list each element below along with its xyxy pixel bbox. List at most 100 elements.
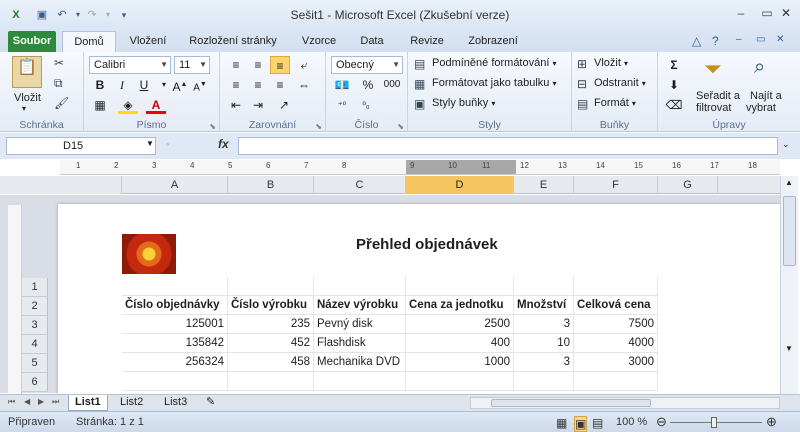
fill-icon[interactable]: ⬇ <box>664 76 684 94</box>
normal-view-icon[interactable]: ▦ <box>556 416 567 430</box>
paste-button[interactable]: Vložit <box>14 92 41 104</box>
help-icon[interactable]: ? <box>712 34 719 48</box>
autosum-icon[interactable]: Σ <box>664 56 684 74</box>
shrink-font-icon[interactable]: A▼ <box>190 76 210 94</box>
cut-icon[interactable]: ✂ <box>54 56 64 70</box>
align-top-icon[interactable]: ≡ <box>226 56 246 74</box>
minimize-icon[interactable]: – <box>730 4 752 22</box>
page-break-view-icon[interactable]: ▤ <box>592 416 603 430</box>
tab-insert[interactable]: Vložení <box>122 31 174 52</box>
italic-button[interactable]: I <box>112 76 132 94</box>
copy-icon[interactable]: ⧉ <box>54 76 63 91</box>
tab-data[interactable]: Data <box>352 31 392 52</box>
font-color-icon[interactable]: A <box>146 96 166 114</box>
bold-button[interactable]: B <box>90 76 110 94</box>
header-cell[interactable]: Množství <box>514 296 574 315</box>
cell-e1[interactable] <box>514 277 574 296</box>
cell-e6[interactable] <box>514 372 574 391</box>
row-header-1[interactable]: 1 <box>22 278 48 297</box>
data-cell[interactable]: Pevný disk <box>314 315 406 334</box>
format-button[interactable]: Formát ▾ <box>594 97 636 109</box>
cell-a6[interactable] <box>122 372 228 391</box>
horizontal-scroll-thumb[interactable] <box>491 399 651 407</box>
zoom-in-icon[interactable]: ⊕ <box>766 414 777 430</box>
font-name-combo[interactable]: Calibri ▼ <box>89 56 171 74</box>
tab-file[interactable]: Soubor <box>8 31 56 52</box>
conditional-format-button[interactable]: Podmíněné formátování ▾ <box>432 57 556 69</box>
scroll-up-icon[interactable]: ▲ <box>785 178 793 187</box>
flower-image[interactable] <box>122 234 176 274</box>
borders-icon[interactable]: ▦ <box>90 96 110 114</box>
column-header-f[interactable]: F <box>574 176 658 194</box>
increase-indent-icon[interactable]: ⇥ <box>248 96 268 114</box>
data-cell[interactable]: 235 <box>228 315 314 334</box>
row-header-6[interactable]: 6 <box>22 373 48 392</box>
sheet-tab-list2[interactable]: List2 <box>114 395 149 411</box>
data-cell[interactable]: 125001 <box>122 315 228 334</box>
column-header-d[interactable]: D <box>406 176 514 194</box>
data-cell[interactable]: Mechanika DVD <box>314 353 406 372</box>
next-sheet-icon[interactable]: ▶ <box>38 397 44 406</box>
data-cell[interactable]: 10 <box>514 334 574 353</box>
wrap-text-icon[interactable]: ⤶ <box>294 56 314 74</box>
cell-d6[interactable] <box>406 372 514 391</box>
data-cell[interactable]: 458 <box>228 353 314 372</box>
header-cell[interactable]: Číslo výrobku <box>228 296 314 315</box>
data-cell[interactable]: 452 <box>228 334 314 353</box>
data-cell[interactable]: 7500 <box>574 315 658 334</box>
header-cell[interactable]: Číslo objednávky <box>122 296 228 315</box>
expand-formula-icon[interactable]: ⌄ <box>782 139 790 150</box>
scroll-down-icon[interactable]: ▼ <box>785 344 793 353</box>
doc-close-icon[interactable]: ✕ <box>776 34 784 45</box>
horizontal-scrollbar[interactable] <box>470 397 780 409</box>
cell-d1[interactable] <box>406 277 514 296</box>
header-cell[interactable]: Celková cena <box>574 296 658 315</box>
cell-f6[interactable] <box>574 372 658 391</box>
cell-f1[interactable] <box>574 277 658 296</box>
paste-dropdown-icon[interactable]: ▾ <box>22 104 26 113</box>
merge-center-icon[interactable]: ⇔ <box>294 76 314 94</box>
header-cell[interactable]: Název výrobku <box>314 296 406 315</box>
sheet-tab-list1[interactable]: List1 <box>68 395 108 411</box>
cell-b6[interactable] <box>228 372 314 391</box>
zoom-slider-thumb[interactable] <box>711 417 717 428</box>
tab-formulas[interactable]: Vzorce <box>294 31 344 52</box>
find-select-label-2[interactable]: vybrat <box>746 102 776 114</box>
cell-c6[interactable] <box>314 372 406 391</box>
format-as-table-button[interactable]: Formátovat jako tabulku ▾ <box>432 77 556 89</box>
align-left-icon[interactable]: ≡ <box>226 76 246 94</box>
data-cell[interactable]: 3 <box>514 353 574 372</box>
paste-icon[interactable]: 📋 <box>12 56 42 88</box>
clear-icon[interactable]: ⌫ <box>664 96 684 114</box>
decrease-decimal-icon[interactable]: ⁰₀ <box>356 96 376 114</box>
doc-restore-icon[interactable]: ▭ <box>756 34 765 45</box>
column-header-c[interactable]: C <box>314 176 406 194</box>
grow-font-icon[interactable]: A▲ <box>170 76 190 94</box>
delete-button[interactable]: Odstranit ▾ <box>594 77 646 89</box>
zoom-out-icon[interactable]: ⊖ <box>656 414 667 430</box>
header-cell[interactable]: Cena za jednotku <box>406 296 514 315</box>
data-cell[interactable]: 2500 <box>406 315 514 334</box>
formula-bar-splitter-icon[interactable]: ◦ <box>166 139 169 149</box>
prev-sheet-icon[interactable]: ◀ <box>24 397 30 406</box>
name-box[interactable]: D15 <box>6 137 156 155</box>
percent-button[interactable]: % <box>358 76 378 94</box>
align-bottom-icon[interactable]: ≡ <box>270 56 290 74</box>
column-header-b[interactable]: B <box>228 176 314 194</box>
last-sheet-icon[interactable]: ⏭ <box>52 397 59 407</box>
data-cell[interactable]: 1000 <box>406 353 514 372</box>
row-header-3[interactable]: 3 <box>22 316 48 335</box>
sheet-tab-list3[interactable]: List3 <box>158 395 193 411</box>
formula-input[interactable] <box>238 137 778 155</box>
ribbon-minimize-icon[interactable]: △ <box>692 34 701 48</box>
thousands-button[interactable]: 000 <box>380 76 404 94</box>
sheet-title[interactable]: Přehled objednávek <box>356 236 498 253</box>
orientation-icon[interactable]: ↗ <box>274 96 294 114</box>
format-painter-icon[interactable]: 🖌 <box>54 96 69 110</box>
cell-a1[interactable] <box>122 277 228 296</box>
data-cell[interactable]: 400 <box>406 334 514 353</box>
cell-b1[interactable] <box>228 277 314 296</box>
name-box-dropdown-icon[interactable]: ▼ <box>146 139 154 148</box>
row-header-4[interactable]: 4 <box>22 335 48 354</box>
data-cell[interactable]: 135842 <box>122 334 228 353</box>
